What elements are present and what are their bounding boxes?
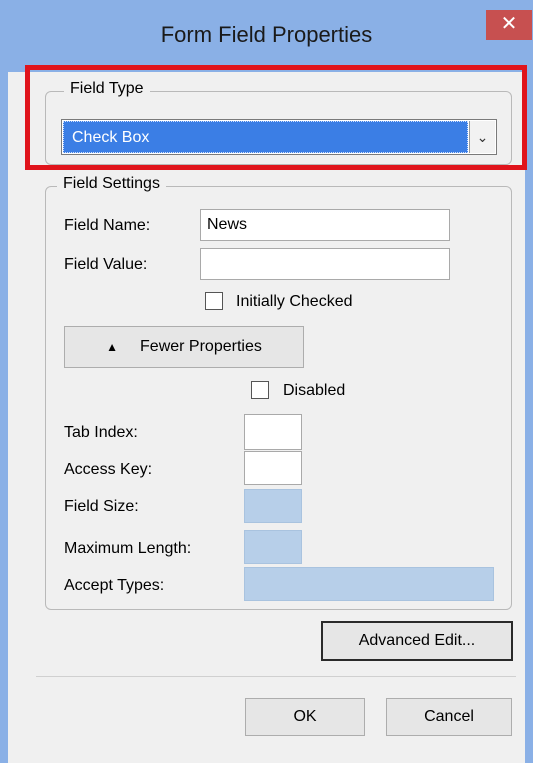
- field-settings-legend: Field Settings: [57, 175, 166, 193]
- field-size-input: [244, 489, 302, 523]
- highlight-box: [25, 65, 527, 170]
- tab-index-label: Tab Index:: [64, 424, 138, 441]
- disabled-label[interactable]: Disabled: [283, 382, 345, 400]
- ok-button[interactable]: OK: [245, 698, 365, 736]
- tab-index-input[interactable]: [244, 414, 302, 450]
- fewer-properties-label: Fewer Properties: [140, 338, 262, 355]
- access-key-label: Access Key:: [64, 461, 153, 478]
- initially-checked-checkbox[interactable]: [205, 292, 223, 310]
- max-length-input: [244, 530, 302, 564]
- field-value-input[interactable]: [200, 248, 450, 280]
- disabled-checkbox[interactable]: [251, 381, 269, 399]
- field-size-label: Field Size:: [64, 498, 139, 515]
- close-icon: ✕: [500, 13, 518, 35]
- advanced-edit-button[interactable]: Advanced Edit...: [321, 621, 513, 661]
- close-button[interactable]: ✕: [486, 10, 532, 40]
- fewer-properties-button[interactable]: ▲ Fewer Properties: [64, 326, 304, 368]
- field-name-label: Field Name:: [64, 217, 151, 234]
- field-name-input[interactable]: News: [200, 209, 450, 241]
- cancel-button[interactable]: Cancel: [386, 698, 512, 736]
- divider: [36, 676, 516, 677]
- collapse-arrow-icon: ▲: [106, 340, 119, 354]
- initially-checked-label[interactable]: Initially Checked: [236, 293, 353, 311]
- dialog-title: Form Field Properties: [160, 22, 373, 47]
- accept-types-label: Accept Types:: [64, 577, 165, 594]
- field-value-label: Field Value:: [64, 256, 148, 273]
- max-length-label: Maximum Length:: [64, 540, 192, 557]
- access-key-input[interactable]: [244, 451, 302, 485]
- title-bar[interactable]: Form Field Properties ✕: [0, 0, 533, 72]
- accept-types-input: [244, 567, 494, 601]
